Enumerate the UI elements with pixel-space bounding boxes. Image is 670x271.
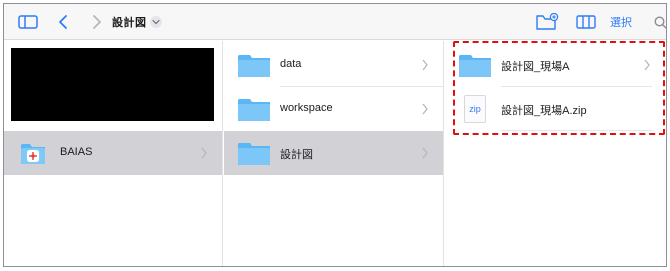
chevron-left-icon (59, 15, 67, 29)
redacted-area (11, 48, 214, 121)
list-item-workspace[interactable]: workspace (224, 87, 443, 131)
columns-icon (576, 15, 596, 29)
files-browser-window: 設計図 選択 BAIAS data workspace 設計図 設計図_現場A … (3, 3, 667, 267)
forward-button[interactable] (88, 4, 106, 40)
list-item-label: 設計図_現場A.zip (501, 105, 587, 117)
baias-app-icon (18, 139, 48, 167)
back-button[interactable] (54, 4, 72, 40)
zip-file-icon: zip (457, 95, 493, 123)
list-item-sekkeizu[interactable]: 設計図 (224, 131, 443, 175)
chevron-right-icon (201, 147, 207, 159)
zip-badge: zip (464, 95, 486, 123)
chevron-down-icon (152, 19, 160, 25)
list-item-baias[interactable]: BAIAS (4, 131, 222, 175)
list-item-data[interactable]: data (224, 43, 443, 87)
column-folder-contents: data workspace 設計図 (224, 41, 444, 266)
chevron-right-icon (422, 147, 428, 159)
sidebar-icon (18, 15, 38, 29)
column-locations: BAIAS (4, 41, 223, 266)
list-item-sekkeizu-genba-a-zip[interactable]: zip 設計図_現場A.zip (445, 87, 666, 131)
list-item-label: BAIAS (60, 146, 93, 158)
list-item-label: 設計図 (280, 149, 313, 161)
chevron-right-icon (422, 59, 428, 71)
folder-plus-icon (536, 13, 559, 30)
search-icon (653, 15, 666, 29)
column-view-button[interactable] (574, 4, 598, 40)
select-button[interactable]: 選択 (610, 4, 632, 40)
chevron-right-icon (644, 59, 650, 71)
list-item-sekkeizu-genba-a[interactable]: 設計図_現場A (445, 43, 666, 87)
chevron-right-icon (422, 103, 428, 115)
column-sekkeizu-contents: 設計図_現場A zip 設計図_現場A.zip (445, 41, 666, 266)
chevron-right-icon (93, 15, 101, 29)
location-title[interactable]: 設計図 (112, 4, 147, 40)
search-button[interactable] (652, 4, 666, 40)
folder-icon (236, 95, 272, 123)
row-divider (501, 130, 652, 131)
title-menu-button[interactable] (150, 16, 162, 28)
folder-icon (236, 51, 272, 79)
sidebar-toggle-button[interactable] (16, 4, 40, 40)
folder-icon (457, 51, 493, 79)
list-item-label: workspace (280, 102, 333, 114)
folder-icon (236, 139, 272, 167)
list-item-label: 設計図_現場A (501, 61, 570, 73)
toolbar: 設計図 選択 (4, 4, 666, 40)
list-item-label: data (280, 58, 302, 70)
new-folder-button[interactable] (534, 4, 560, 40)
